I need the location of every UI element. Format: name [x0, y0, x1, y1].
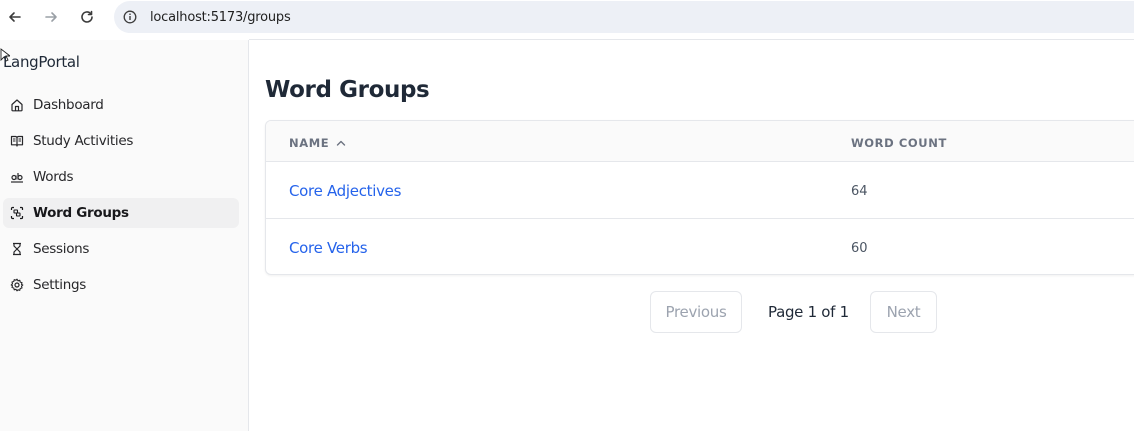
reload-button[interactable]	[75, 5, 99, 29]
back-button[interactable]	[3, 5, 27, 29]
book-open-icon	[10, 134, 24, 148]
column-header-name[interactable]: NAME	[289, 136, 347, 150]
sidebar-item-label: Settings	[33, 277, 86, 293]
info-icon[interactable]	[123, 10, 137, 24]
word-count-cell: 60	[851, 241, 868, 256]
sidebar-item-label: Dashboard	[33, 97, 104, 113]
gear-icon	[10, 278, 24, 292]
table-header: NAME WORD COUNT	[266, 121, 1134, 162]
next-button[interactable]: Next	[870, 291, 937, 333]
divider	[249, 39, 1134, 40]
word-groups-table: NAME WORD COUNT Core Adjectives 64 Core …	[265, 120, 1134, 275]
arrow-left-icon	[9, 12, 21, 22]
sidebar-item-study-activities[interactable]: Study Activities	[3, 126, 239, 156]
sidebar-item-label: Words	[33, 169, 74, 185]
table-row: Core Verbs 60	[266, 219, 1134, 274]
brand-logo[interactable]: LangPortal	[3, 53, 80, 71]
browser-toolbar: localhost:5173/groups	[0, 0, 1134, 34]
table-row: Core Adjectives 64	[266, 162, 1134, 219]
column-header-label: NAME	[289, 136, 330, 150]
column-header-word-count[interactable]: WORD COUNT	[851, 136, 947, 150]
url-text[interactable]: localhost:5173/groups	[150, 10, 291, 25]
ab-text-icon	[10, 170, 24, 184]
home-icon	[10, 98, 24, 112]
page-title: Word Groups	[265, 77, 430, 103]
sidebar-item-words[interactable]: Words	[3, 162, 239, 192]
sidebar-item-label: Sessions	[33, 241, 90, 257]
arrow-right-icon	[45, 12, 57, 22]
sidebar-item-label: Study Activities	[33, 133, 134, 149]
reload-icon	[81, 10, 93, 23]
forward-button[interactable]	[39, 5, 63, 29]
page-info: Page 1 of 1	[768, 303, 849, 321]
sidebar-item-label: Word Groups	[33, 205, 129, 221]
group-link[interactable]: Core Adjectives	[289, 182, 401, 200]
hourglass-icon	[10, 242, 24, 256]
address-bar[interactable]: localhost:5173/groups	[114, 1, 1134, 33]
sidebar-item-settings[interactable]: Settings	[3, 270, 239, 300]
group-link[interactable]: Core Verbs	[289, 239, 368, 257]
word-count-cell: 64	[851, 184, 868, 199]
sidebar-item-word-groups[interactable]: Word Groups	[3, 198, 239, 228]
sidebar-item-dashboard[interactable]: Dashboard	[3, 90, 239, 120]
sidebar: LangPortal Dashboard Study Activities Wo…	[0, 40, 249, 431]
previous-button[interactable]: Previous	[650, 291, 742, 333]
chevron-up-icon	[337, 140, 346, 146]
sidebar-item-sessions[interactable]: Sessions	[3, 234, 239, 264]
group-scan-icon	[10, 206, 24, 220]
